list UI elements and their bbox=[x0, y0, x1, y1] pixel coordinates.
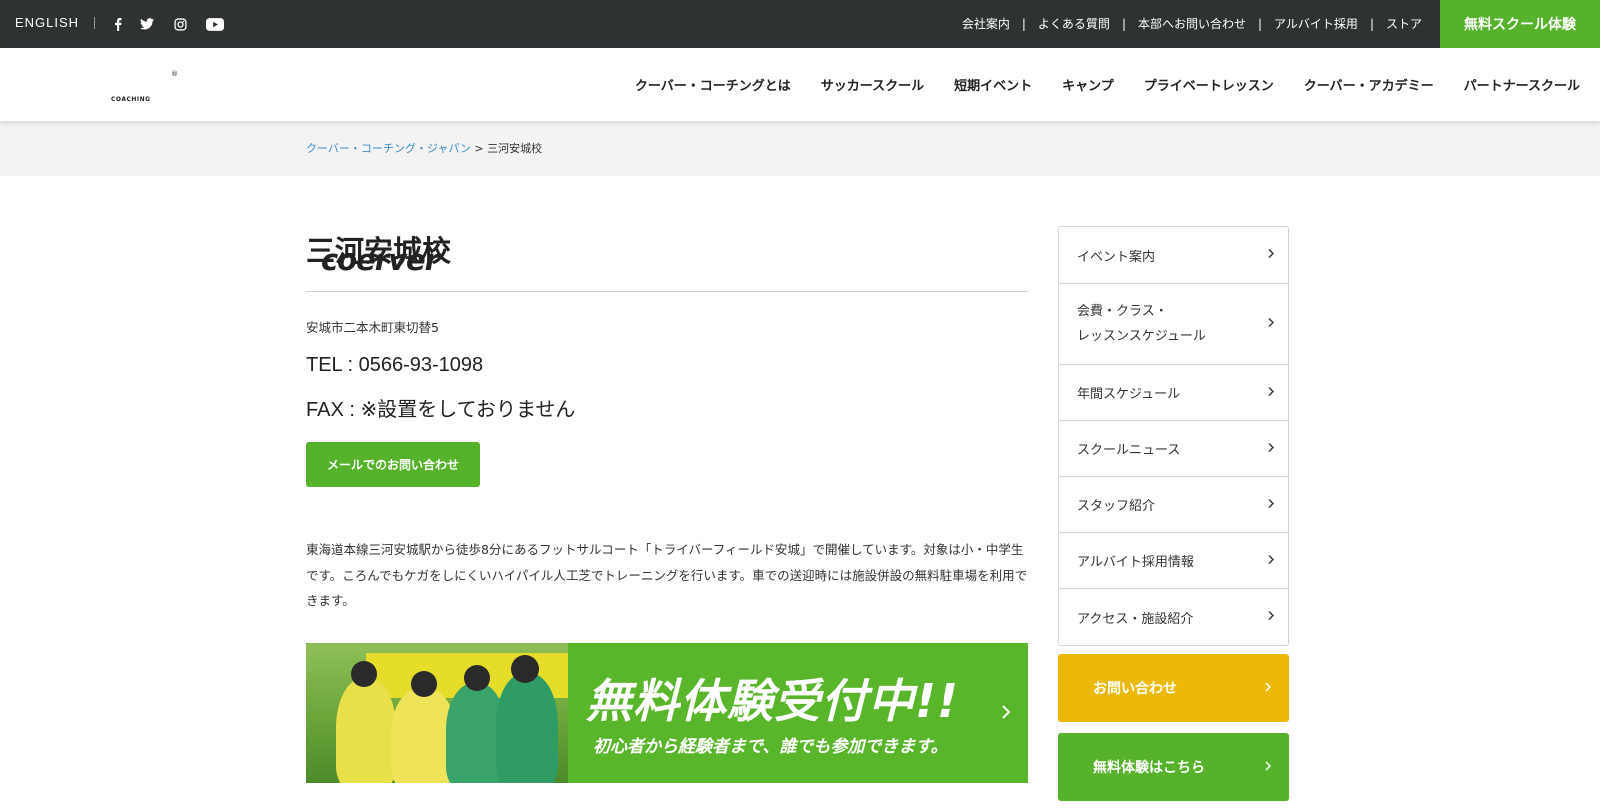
sidebar-item-fees-schedule[interactable]: 会費・クラス・ レッスンスケジュール bbox=[1059, 284, 1288, 365]
chevron-right-icon bbox=[1268, 385, 1274, 400]
sidebar-item-events[interactable]: イベント案内 bbox=[1059, 227, 1288, 284]
sidebar-item-label: 会費・クラス・ レッスンスケジュール bbox=[1077, 299, 1206, 349]
contact-button-label: お問い合わせ bbox=[1093, 681, 1177, 697]
photo-player bbox=[336, 678, 396, 783]
divider: | bbox=[1258, 16, 1263, 31]
free-trial-top-button[interactable]: 無料スクール体験 bbox=[1440, 0, 1600, 48]
youtube-icon[interactable] bbox=[205, 14, 225, 34]
sidebar-item-label-line1: 会費・クラス・ bbox=[1077, 304, 1168, 319]
util-link-company[interactable]: 会社案内 bbox=[962, 15, 1010, 32]
chevron-right-icon bbox=[1265, 680, 1271, 696]
breadcrumb-band: クーバー・コーチング・ジャパン > 三河安城校 bbox=[0, 121, 1600, 176]
chevron-right-icon bbox=[1268, 497, 1274, 512]
sidebar-item-staff[interactable]: スタッフ紹介 bbox=[1059, 477, 1288, 533]
top-utility-bar: ENGLISH 会社案内 | よくある質問 | 本部へお問い合わせ | アルバイ… bbox=[0, 0, 1600, 48]
facebook-icon[interactable] bbox=[108, 14, 128, 34]
photo-head bbox=[351, 661, 377, 687]
util-link-store[interactable]: ストア bbox=[1386, 15, 1422, 32]
sidebar-item-label: スクールニュース bbox=[1077, 443, 1181, 458]
global-nav: クーバー・コーチングとは サッカースクール 短期イベント キャンプ プライベート… bbox=[605, 75, 1580, 94]
nav-item-partner-school[interactable]: パートナースクール bbox=[1464, 75, 1580, 94]
photo-head bbox=[411, 671, 437, 697]
site-header: coerver COACHING ® クーバー・コーチングとは サッカースクール… bbox=[0, 48, 1600, 275]
school-description: 東海道本線三河安城駅から徒歩8分にあるフットサルコート「トライバーフィールド安城… bbox=[306, 542, 1028, 608]
utility-links: 会社案内 | よくある質問 | 本部へお問い合わせ | アルバイト採用 | スト… bbox=[962, 15, 1422, 32]
sidebar-item-annual-schedule[interactable]: 年間スケジュール bbox=[1059, 365, 1288, 421]
sidebar-item-label: 年間スケジュール bbox=[1077, 387, 1181, 402]
nav-item-about[interactable]: クーバー・コーチングとは bbox=[635, 75, 791, 94]
util-link-faq[interactable]: よくある質問 bbox=[1038, 15, 1110, 32]
chevron-right-icon bbox=[1268, 312, 1274, 337]
divider: | bbox=[1021, 16, 1026, 31]
chevron-right-icon bbox=[1265, 759, 1271, 775]
sidebar-item-part-time-jobs[interactable]: アルバイト採用情報 bbox=[1059, 533, 1288, 589]
mail-inquiry-button[interactable]: メールでのお問い合わせ bbox=[306, 442, 480, 487]
nav-item-camp[interactable]: キャンプ bbox=[1062, 75, 1114, 94]
nav-item-academy[interactable]: クーバー・アカデミー bbox=[1304, 75, 1434, 94]
util-link-contact-hq[interactable]: 本部へお問い合わせ bbox=[1138, 15, 1246, 32]
school-address: 安城市二本木町東切替5 bbox=[306, 320, 439, 335]
title-divider bbox=[306, 291, 1028, 292]
nav-item-private-lesson[interactable]: プライベートレッスン bbox=[1144, 75, 1274, 94]
nav-item-soccer-school[interactable]: サッカースクール bbox=[821, 75, 924, 94]
banner-subline: 初心者から経験者まで、誰でも参加できます。 bbox=[593, 737, 948, 757]
banner-headline: 無料体験受付中!! bbox=[586, 674, 959, 728]
sidebar-item-label: スタッフ紹介 bbox=[1077, 499, 1156, 514]
breadcrumb-home-link[interactable]: クーバー・コーチング・ジャパン bbox=[306, 142, 471, 155]
divider: | bbox=[1369, 16, 1374, 31]
instagram-icon[interactable] bbox=[170, 14, 190, 34]
sidebar-item-label: アクセス・施設紹介 bbox=[1077, 611, 1194, 627]
kids-photo bbox=[306, 643, 568, 783]
photo-head bbox=[511, 655, 539, 683]
school-fax: FAX : ※設置をしておりません bbox=[306, 399, 576, 421]
util-link-part-time[interactable]: アルバイト採用 bbox=[1274, 15, 1358, 32]
photo-player bbox=[496, 673, 558, 783]
breadcrumb-current: 三河安城校 bbox=[487, 142, 543, 155]
chevron-right-icon bbox=[1268, 610, 1274, 625]
sidebar-item-label-line2: レッスンスケジュール bbox=[1077, 329, 1206, 344]
contact-button[interactable]: お問い合わせ bbox=[1058, 654, 1289, 722]
chevron-right-icon bbox=[1268, 441, 1274, 456]
sidebar-item-label: アルバイト採用情報 bbox=[1077, 555, 1194, 570]
free-trial-button-label: 無料体験はこちら bbox=[1093, 760, 1205, 776]
logo-wordmark: coerver bbox=[321, 243, 439, 277]
breadcrumb: クーバー・コーチング・ジャパン > 三河安城校 bbox=[306, 140, 542, 156]
divider bbox=[94, 17, 95, 29]
logo-registered-mark: ® bbox=[171, 70, 178, 78]
school-tel: TEL : 0566-93-1098 bbox=[306, 354, 484, 376]
school-sidebar-menu: イベント案内 会費・クラス・ レッスンスケジュール 年間スケジュール スクールニ… bbox=[1058, 226, 1289, 646]
sidebar-item-school-news[interactable]: スクールニュース bbox=[1059, 421, 1288, 477]
free-trial-button[interactable]: 無料体験はこちら bbox=[1058, 733, 1289, 801]
chevron-right-icon bbox=[1268, 553, 1274, 568]
photo-head bbox=[464, 665, 490, 691]
divider: | bbox=[1121, 16, 1126, 31]
free-trial-banner[interactable]: 無料体験受付中!! 初心者から経験者まで、誰でも参加できます。 bbox=[306, 643, 1028, 783]
logo-subtitle: COACHING bbox=[111, 96, 151, 103]
language-switch-link[interactable]: ENGLISH bbox=[15, 15, 79, 30]
twitter-icon[interactable] bbox=[137, 14, 157, 34]
sidebar-item-label: イベント案内 bbox=[1077, 249, 1156, 265]
sidebar-item-access[interactable]: アクセス・施設紹介 bbox=[1059, 589, 1288, 645]
chevron-right-icon bbox=[1268, 248, 1274, 263]
chevron-right-icon bbox=[1001, 701, 1011, 725]
nav-item-short-events[interactable]: 短期イベント bbox=[954, 75, 1032, 94]
breadcrumb-separator: > bbox=[474, 142, 484, 155]
